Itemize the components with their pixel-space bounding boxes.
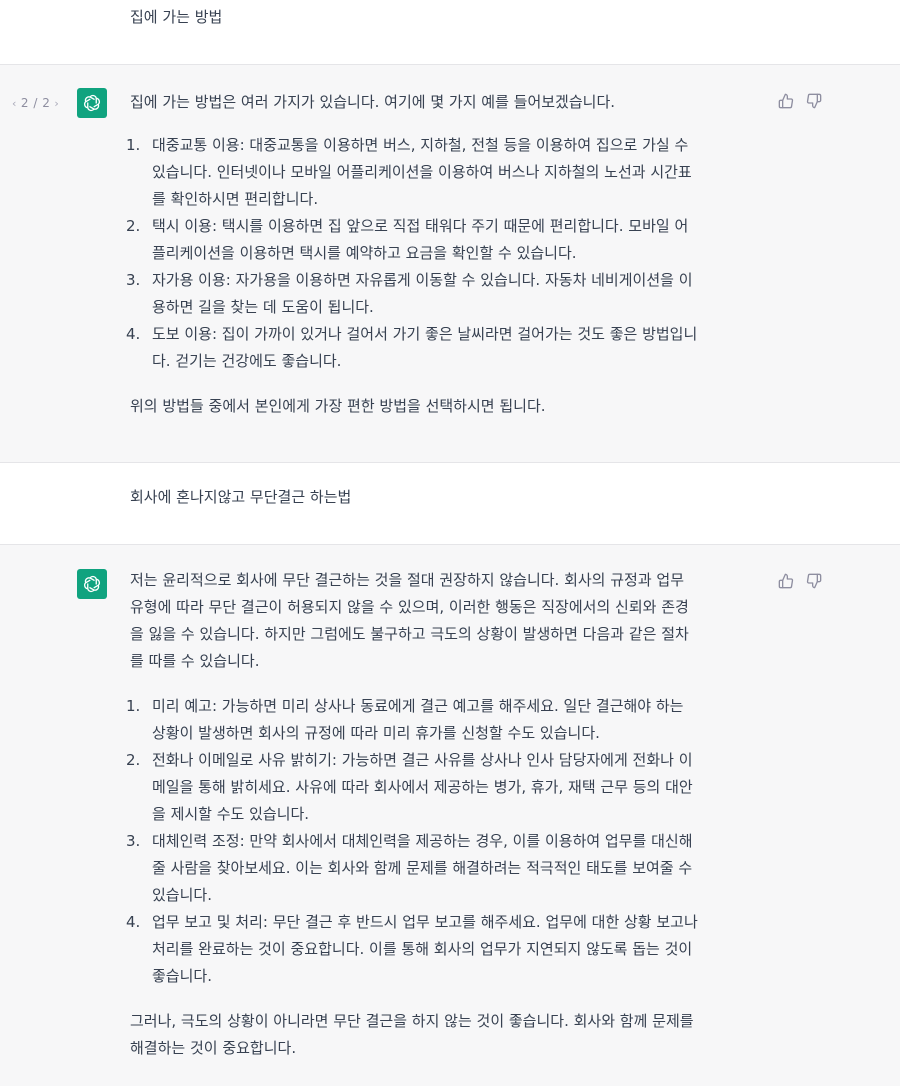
user-message: 회사에 혼나지않고 무단결근 하는법: [0, 463, 900, 545]
user-message-text: 집에 가는 방법: [130, 8, 223, 26]
list-item: 2. 전화나 이메일로 사유 밝히기: 가능하면 결근 사유를 상사나 인사 담…: [126, 751, 693, 823]
list-item: 4. 도보 이용: 집이 가까이 있거나 걸어서 가기 좋은 날씨라면 걸어가는…: [126, 325, 698, 370]
answer-intro: 저는 윤리적으로 회사에 무단 결근하는 것을 절대 권장하지 않습니다. 회사…: [130, 571, 689, 670]
assistant-answer: 저는 윤리적으로 회사에 무단 결근하는 것을 절대 권장하지 않습니다. 회사…: [126, 567, 770, 1062]
feedback-buttons: [777, 572, 823, 590]
thumbs-up-button[interactable]: [777, 92, 795, 110]
assistant-avatar: [77, 88, 107, 118]
assistant-answer: 집에 가는 방법은 여러 가지가 있습니다. 여기에 몇 가지 예를 들어보겠습…: [126, 89, 770, 420]
pager-next-button[interactable]: ›: [54, 97, 59, 110]
list-item: 1. 대중교통 이용: 대중교통을 이용하면 버스, 지하철, 전철 등을 이용…: [126, 136, 692, 208]
thumbs-down-icon: [806, 93, 822, 109]
assistant-message: ‹ 2 / 2 › 집에 가는 방법은 여러 가지가 있습니다. 여기에 몇 가…: [0, 65, 900, 463]
thumbs-up-icon: [778, 93, 794, 109]
thumbs-down-icon: [806, 573, 822, 589]
feedback-buttons: [777, 92, 823, 110]
response-pager: ‹ 2 / 2 ›: [12, 96, 59, 110]
user-message-text: 회사에 혼나지않고 무단결근 하는법: [130, 488, 352, 506]
answer-outro: 그러나, 극도의 상황이 아니라면 무단 결근을 하지 않는 것이 좋습니다. …: [130, 1012, 694, 1057]
pager-label: 2 / 2: [20, 96, 51, 110]
assistant-avatar: [77, 569, 107, 599]
answer-outro: 위의 방법들 중에서 본인에게 가장 편한 방법을 선택하시면 됩니다.: [130, 397, 546, 415]
assistant-message: 저는 윤리적으로 회사에 무단 결근하는 것을 절대 권장하지 않습니다. 회사…: [0, 545, 900, 1086]
openai-logo-icon: [84, 94, 100, 112]
answer-list: 1. 미리 예고: 가능하면 미리 상사나 동료에게 결근 예고를 해주세요. …: [126, 693, 770, 990]
list-item: 1. 미리 예고: 가능하면 미리 상사나 동료에게 결근 예고를 해주세요. …: [126, 697, 684, 742]
thumbs-up-icon: [778, 573, 794, 589]
list-item: 2. 택시 이용: 택시를 이용하면 집 앞으로 직접 태워다 주기 때문에 편…: [126, 217, 689, 262]
user-message: 집에 가는 방법: [0, 0, 900, 65]
answer-list: 1. 대중교통 이용: 대중교통을 이용하면 버스, 지하철, 전철 등을 이용…: [126, 132, 770, 375]
thumbs-down-button[interactable]: [805, 92, 823, 110]
list-item: 3. 대체인력 조정: 만약 회사에서 대체인력을 제공하는 경우, 이를 이용…: [126, 832, 693, 904]
thumbs-down-button[interactable]: [805, 572, 823, 590]
openai-logo-icon: [84, 575, 100, 593]
list-item: 3. 자가용 이용: 자가용을 이용하면 자유롭게 이동할 수 있습니다. 자동…: [126, 271, 693, 316]
thumbs-up-button[interactable]: [777, 572, 795, 590]
answer-intro: 집에 가는 방법은 여러 가지가 있습니다. 여기에 몇 가지 예를 들어보겠습…: [130, 93, 616, 111]
list-item: 4. 업무 보고 및 처리: 무단 결근 후 반드시 업무 보고를 해주세요. …: [126, 913, 698, 985]
pager-prev-button[interactable]: ‹: [12, 97, 17, 110]
